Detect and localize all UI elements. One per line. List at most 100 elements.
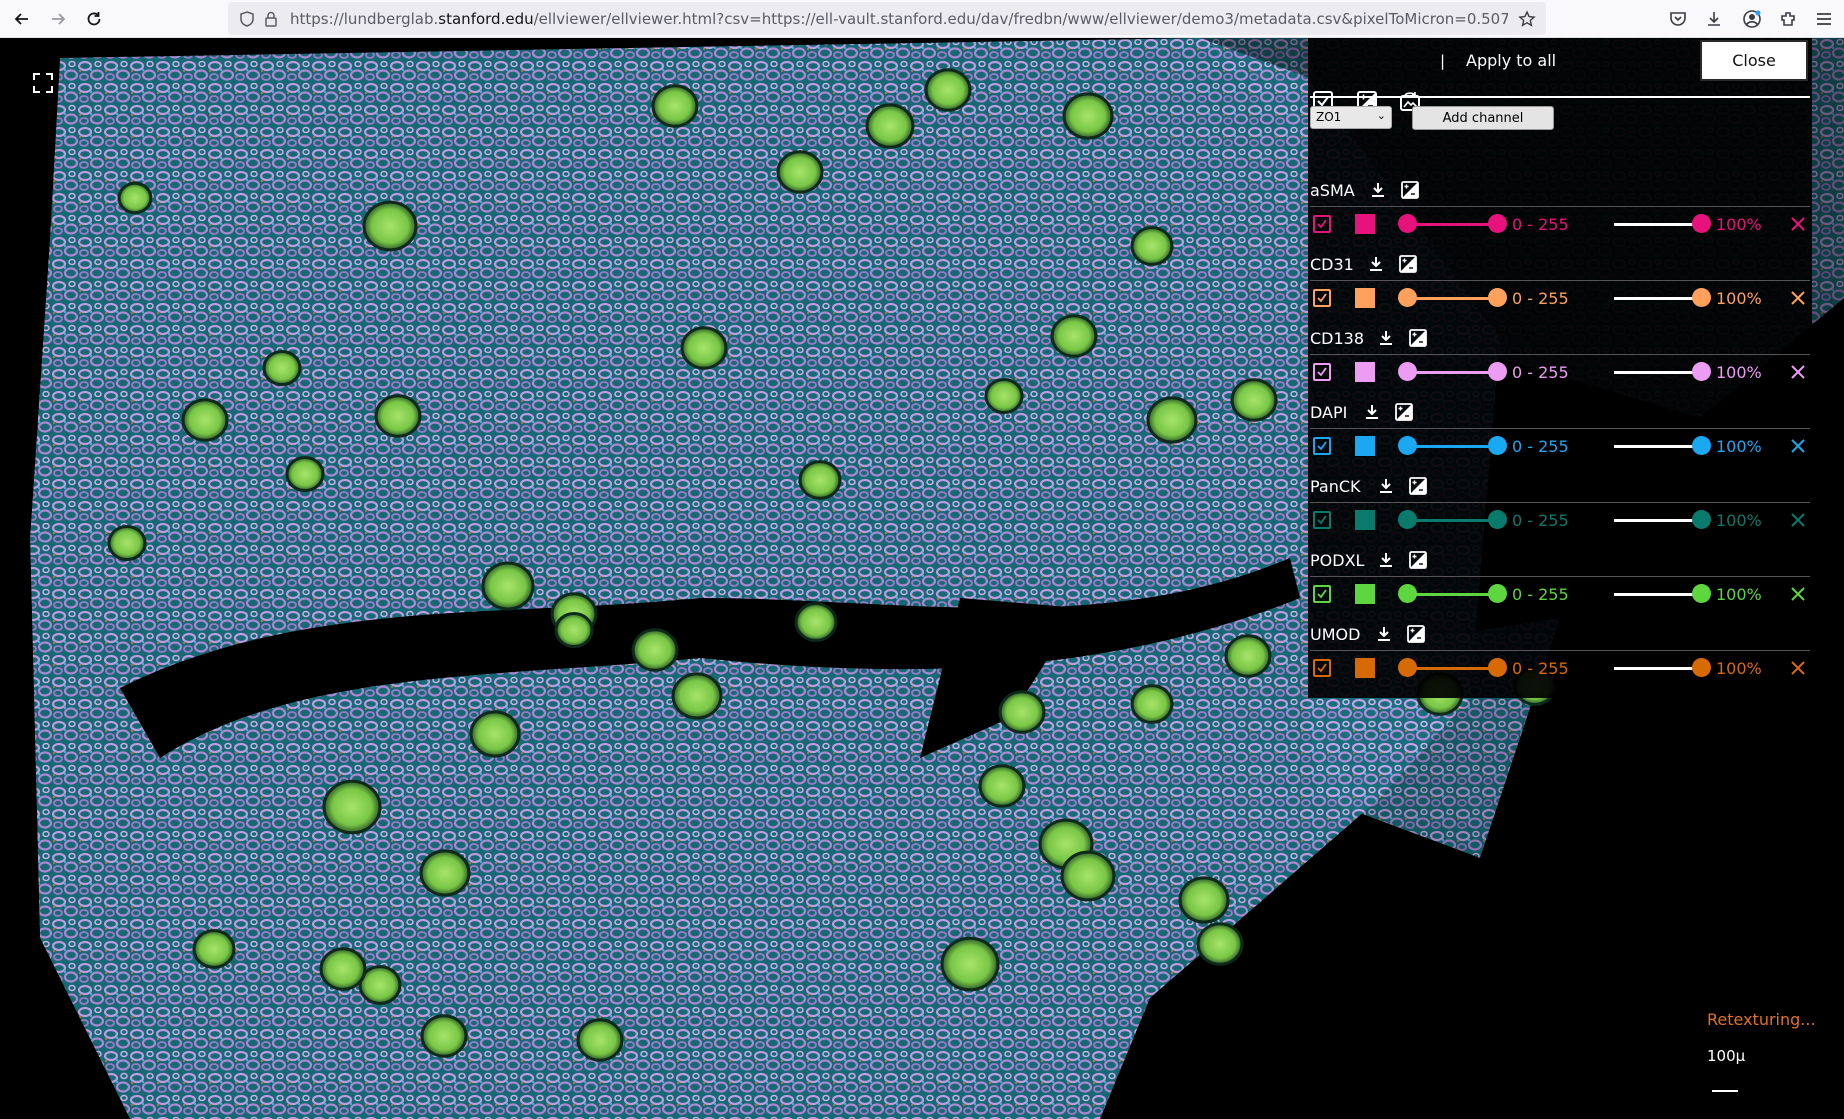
range-max-handle[interactable] xyxy=(1488,658,1507,677)
range-max-handle[interactable] xyxy=(1488,436,1507,455)
channel-visible-checkbox[interactable] xyxy=(1313,215,1331,233)
account-icon[interactable] xyxy=(1742,9,1762,29)
opacity-slider[interactable] xyxy=(1614,593,1702,596)
glomerulus xyxy=(631,628,679,672)
download-icon[interactable] xyxy=(1366,254,1386,274)
glomerulus xyxy=(651,84,699,128)
range-max-handle[interactable] xyxy=(1488,584,1507,603)
close-button[interactable]: Close xyxy=(1700,40,1808,81)
intensity-range-slider[interactable] xyxy=(1408,667,1498,670)
contrast-icon[interactable] xyxy=(1394,402,1414,422)
channel-visible-checkbox[interactable] xyxy=(1313,585,1331,603)
star-icon[interactable] xyxy=(1518,10,1536,28)
opacity-slider[interactable] xyxy=(1614,223,1702,226)
range-max-handle[interactable] xyxy=(1488,362,1507,381)
opacity-handle[interactable] xyxy=(1692,214,1711,233)
add-channel-button[interactable]: Add channel xyxy=(1412,106,1554,130)
range-min-handle[interactable] xyxy=(1398,436,1417,455)
glomerulus xyxy=(1224,634,1272,678)
address-bar[interactable]: https://lundberglab.stanford.edu/ellview… xyxy=(228,2,1546,35)
scale-bar xyxy=(1712,1090,1738,1092)
range-min-handle[interactable] xyxy=(1398,510,1417,529)
channel-visible-checkbox[interactable] xyxy=(1313,659,1331,677)
opacity-handle[interactable] xyxy=(1692,362,1711,381)
opacity-slider[interactable] xyxy=(1614,445,1702,448)
channel-color-swatch[interactable] xyxy=(1355,436,1375,456)
download-icon[interactable] xyxy=(1376,476,1396,496)
extensions-icon[interactable] xyxy=(1778,9,1798,29)
channel-color-swatch[interactable] xyxy=(1355,288,1375,308)
intensity-range-slider[interactable] xyxy=(1408,371,1498,374)
opacity-handle[interactable] xyxy=(1692,510,1711,529)
contrast-icon[interactable] xyxy=(1406,624,1426,644)
opacity-handle[interactable] xyxy=(1692,584,1711,603)
check-icon xyxy=(1317,589,1327,599)
close-icon[interactable] xyxy=(1789,215,1807,233)
fullscreen-icon[interactable] xyxy=(32,72,54,94)
download-icon[interactable] xyxy=(1368,180,1388,200)
channel-visible-checkbox[interactable] xyxy=(1313,289,1331,307)
intensity-range-slider[interactable] xyxy=(1408,223,1498,226)
range-min-handle[interactable] xyxy=(1398,584,1417,603)
intensity-range-slider[interactable] xyxy=(1408,445,1498,448)
download-icon[interactable] xyxy=(1362,402,1382,422)
glomerulus xyxy=(940,936,1000,992)
range-min-handle[interactable] xyxy=(1398,658,1417,677)
channel-color-swatch[interactable] xyxy=(1355,584,1375,604)
range-max-handle[interactable] xyxy=(1488,288,1507,307)
close-icon[interactable] xyxy=(1789,289,1807,307)
glomerulus xyxy=(1130,226,1174,266)
glomerulus xyxy=(420,1014,468,1058)
opacity-handle[interactable] xyxy=(1692,658,1711,677)
pocket-icon[interactable] xyxy=(1668,9,1688,29)
opacity-slider[interactable] xyxy=(1614,667,1702,670)
apply-to-all-label[interactable]: Apply to all xyxy=(1466,51,1556,70)
close-icon[interactable] xyxy=(1789,511,1807,529)
opacity-label: 100% xyxy=(1716,215,1762,234)
range-max-handle[interactable] xyxy=(1488,214,1507,233)
close-icon[interactable] xyxy=(1789,437,1807,455)
contrast-icon[interactable] xyxy=(1400,180,1420,200)
contrast-icon[interactable] xyxy=(1398,254,1418,274)
contrast-icon[interactable] xyxy=(1408,476,1428,496)
range-max-handle[interactable] xyxy=(1488,510,1507,529)
channel-visible-checkbox[interactable] xyxy=(1313,437,1331,455)
reload-button[interactable] xyxy=(80,5,108,33)
close-icon[interactable] xyxy=(1789,363,1807,381)
channel-color-swatch[interactable] xyxy=(1355,510,1375,530)
download-icon[interactable] xyxy=(1376,550,1396,570)
opacity-slider[interactable] xyxy=(1614,519,1702,522)
intensity-range-slider[interactable] xyxy=(1408,297,1498,300)
channel-visible-checkbox[interactable] xyxy=(1313,511,1331,529)
channel-select[interactable]: ZO1 ⌄ xyxy=(1310,106,1392,129)
opacity-slider[interactable] xyxy=(1614,297,1702,300)
range-min-handle[interactable] xyxy=(1398,362,1417,381)
intensity-range-slider[interactable] xyxy=(1408,593,1498,596)
contrast-icon[interactable] xyxy=(1408,550,1428,570)
url-text[interactable]: https://lundberglab.stanford.edu/ellview… xyxy=(290,10,1508,28)
menu-icon[interactable] xyxy=(1814,9,1834,29)
channel-divider xyxy=(1310,502,1810,503)
opacity-handle[interactable] xyxy=(1692,288,1711,307)
shield-icon[interactable] xyxy=(238,10,256,28)
forward-button[interactable] xyxy=(44,5,72,33)
opacity-handle[interactable] xyxy=(1692,436,1711,455)
download-icon[interactable] xyxy=(1376,328,1396,348)
channel-visible-checkbox[interactable] xyxy=(1313,363,1331,381)
downloads-icon[interactable] xyxy=(1704,9,1724,29)
close-icon[interactable] xyxy=(1789,659,1807,677)
range-min-handle[interactable] xyxy=(1398,214,1417,233)
download-icon[interactable] xyxy=(1374,624,1394,644)
back-button[interactable] xyxy=(8,5,36,33)
intensity-range-slider[interactable] xyxy=(1408,519,1498,522)
glomerulus xyxy=(1146,396,1198,444)
close-icon[interactable] xyxy=(1789,585,1807,603)
channel-color-swatch[interactable] xyxy=(1355,362,1375,382)
contrast-icon[interactable] xyxy=(1408,328,1428,348)
channel-color-swatch[interactable] xyxy=(1355,658,1375,678)
lock-icon[interactable] xyxy=(262,10,280,28)
glomerulus xyxy=(319,947,367,991)
range-min-handle[interactable] xyxy=(1398,288,1417,307)
opacity-slider[interactable] xyxy=(1614,371,1702,374)
channel-color-swatch[interactable] xyxy=(1355,214,1375,234)
